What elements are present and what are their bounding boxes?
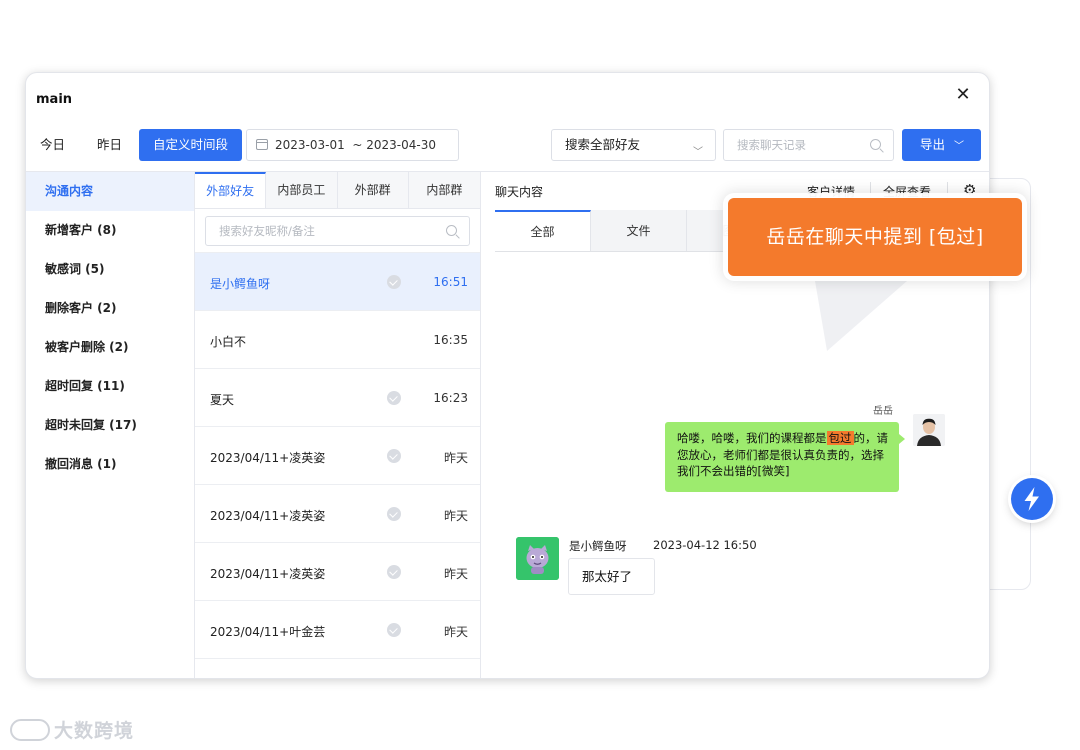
contact-name: 小白不 [210,335,247,349]
list-item[interactable]: 2023/04/11+凌英姿 昨天 [195,485,480,543]
divider [870,182,871,198]
left-nav: 沟通内容 新增客户 (8) 敏感词 (5) 删除客户 (2) 被客户删除 (2)… [26,171,195,678]
nav-item-recalled[interactable]: 撤回消息 (1) [26,445,194,484]
keyword-highlight: 包过 [826,431,854,445]
contact-search-input[interactable]: 搜索好友昵称/备注 [205,216,470,246]
contact-name: 2023/04/11+凌英姿 [210,451,326,465]
list-item[interactable]: 2023/04/11+叶金芸 昨天 [195,601,480,659]
main-window: main ✕ 今日 昨日 自定义时间段 2023-03-01 ~ 2023-04… [25,72,990,679]
check-icon [387,391,401,405]
date-range-picker[interactable]: 2023-03-01 ~ 2023-04-30 [246,129,459,161]
list-item[interactable]: 是小鳄鱼呀 16:51 [195,253,480,311]
callout-pointer [815,281,907,351]
message-sender: 岳岳 [873,406,893,417]
check-icon [387,623,401,637]
today-button[interactable]: 今日 [40,129,65,161]
contact-time: 昨天 [443,451,468,465]
chevron-down-icon: ﹀ [954,141,964,152]
watermark-logo [10,719,50,741]
contact-tabs: 外部好友 内部员工 外部群 内部群 [195,172,480,209]
window-title: main [36,92,73,107]
page: main ✕ 今日 昨日 自定义时间段 2023-03-01 ~ 2023-04… [0,0,1080,750]
contact-panel: 外部好友 内部员工 外部群 内部群 搜索好友昵称/备注 是小鳄鱼呀 16:51 … [195,171,481,678]
nav-item-deleted-by-customer[interactable]: 被客户删除 (2) [26,328,194,367]
chevron-down-icon: ﹀ [693,147,703,158]
nav-item-new-customers[interactable]: 新增客户 (8) [26,211,194,250]
check-icon [387,275,401,289]
friend-filter-select[interactable]: 搜索全部好友 ﹀ [551,129,716,161]
yesterday-button[interactable]: 昨日 [97,129,122,161]
contact-time: 16:51 [433,275,468,289]
contact-list: 是小鳄鱼呀 16:51 小白不 16:35 夏天 16:23 2023/04/1… [195,252,480,659]
message-text: 哈喽，哈喽，我们的课程都是 [677,431,827,445]
message-sender: 是小鳄鱼呀 [569,539,627,553]
check-icon [387,449,401,463]
calendar-icon [256,139,268,150]
tab-external-groups[interactable]: 外部群 [338,172,409,208]
avatar [516,537,559,580]
search-icon [446,225,457,236]
divider [947,182,948,198]
check-icon [387,565,401,579]
toolbar: 今日 昨日 自定义时间段 2023-03-01 ~ 2023-04-30 搜索全… [26,129,989,163]
search-icon [870,139,881,150]
watermark: 大数跨境 [10,716,134,743]
lightning-icon[interactable] [1011,478,1053,520]
record-search-placeholder: 搜索聊天记录 [737,138,806,152]
nav-item-late-reply[interactable]: 超时回复 (11) [26,367,194,406]
avatar [913,414,945,446]
date-range-value: 2023-03-01 ~ 2023-04-30 [275,138,436,152]
export-button[interactable]: 导出 ﹀ [902,129,981,161]
nav-item-no-reply[interactable]: 超时未回复 (17) [26,406,194,445]
nav-item-communication[interactable]: 沟通内容 [26,172,194,211]
contact-time: 昨天 [443,625,468,639]
contact-name: 夏天 [210,393,235,407]
contact-time: 昨天 [443,509,468,523]
keyword-callout: 岳岳在聊天中提到 [包过] [728,198,1022,276]
contact-time: 16:35 [433,333,468,347]
nav-item-sensitive-words[interactable]: 敏感词 (5) [26,250,194,289]
record-search-input[interactable]: 搜索聊天记录 [723,129,894,161]
list-item[interactable]: 小白不 16:35 [195,311,480,369]
tab-internal-staff[interactable]: 内部员工 [266,172,338,208]
contact-name: 2023/04/11+凌英姿 [210,567,326,581]
contact-time: 昨天 [443,567,468,581]
export-label: 导出 [920,137,946,152]
contact-time: 16:23 [433,391,468,405]
check-icon [387,507,401,521]
message-timestamp: 2023-04-12 16:50 [653,538,757,552]
tab-internal-groups[interactable]: 内部群 [409,172,480,208]
contact-name: 是小鳄鱼呀 [210,277,271,291]
custom-range-button[interactable]: 自定义时间段 [139,129,243,161]
chat-title: 聊天内容 [495,185,544,199]
watermark-text: 大数跨境 [54,720,135,742]
tab-files[interactable]: 文件 [591,210,687,251]
friend-filter-value: 搜索全部好友 [565,137,641,152]
message-bubble-outgoing: 哈喽，哈喽，我们的课程都是 包过 的，请您放心，老师们都是很认真负责的，选择我们不会… [665,422,905,492]
list-item[interactable]: 2023/04/11+凌英姿 昨天 [195,427,480,485]
gear-icon[interactable]: ⚙ [963,182,976,198]
list-item[interactable]: 2023/04/11+凌英姿 昨天 [195,543,480,601]
close-icon[interactable]: ✕ [953,85,973,105]
message-bubble-incoming: 那太好了 [568,558,655,595]
tab-external-friends[interactable]: 外部好友 [195,172,267,208]
nav-item-deleted-customers[interactable]: 删除客户 (2) [26,289,194,328]
contact-name: 2023/04/11+叶金芸 [210,625,326,639]
list-item[interactable]: 夏天 16:23 [195,369,480,427]
contact-name: 2023/04/11+凌英姿 [210,509,326,523]
contact-search-placeholder: 搜索好友昵称/备注 [219,224,315,238]
tab-all[interactable]: 全部 [495,210,591,251]
